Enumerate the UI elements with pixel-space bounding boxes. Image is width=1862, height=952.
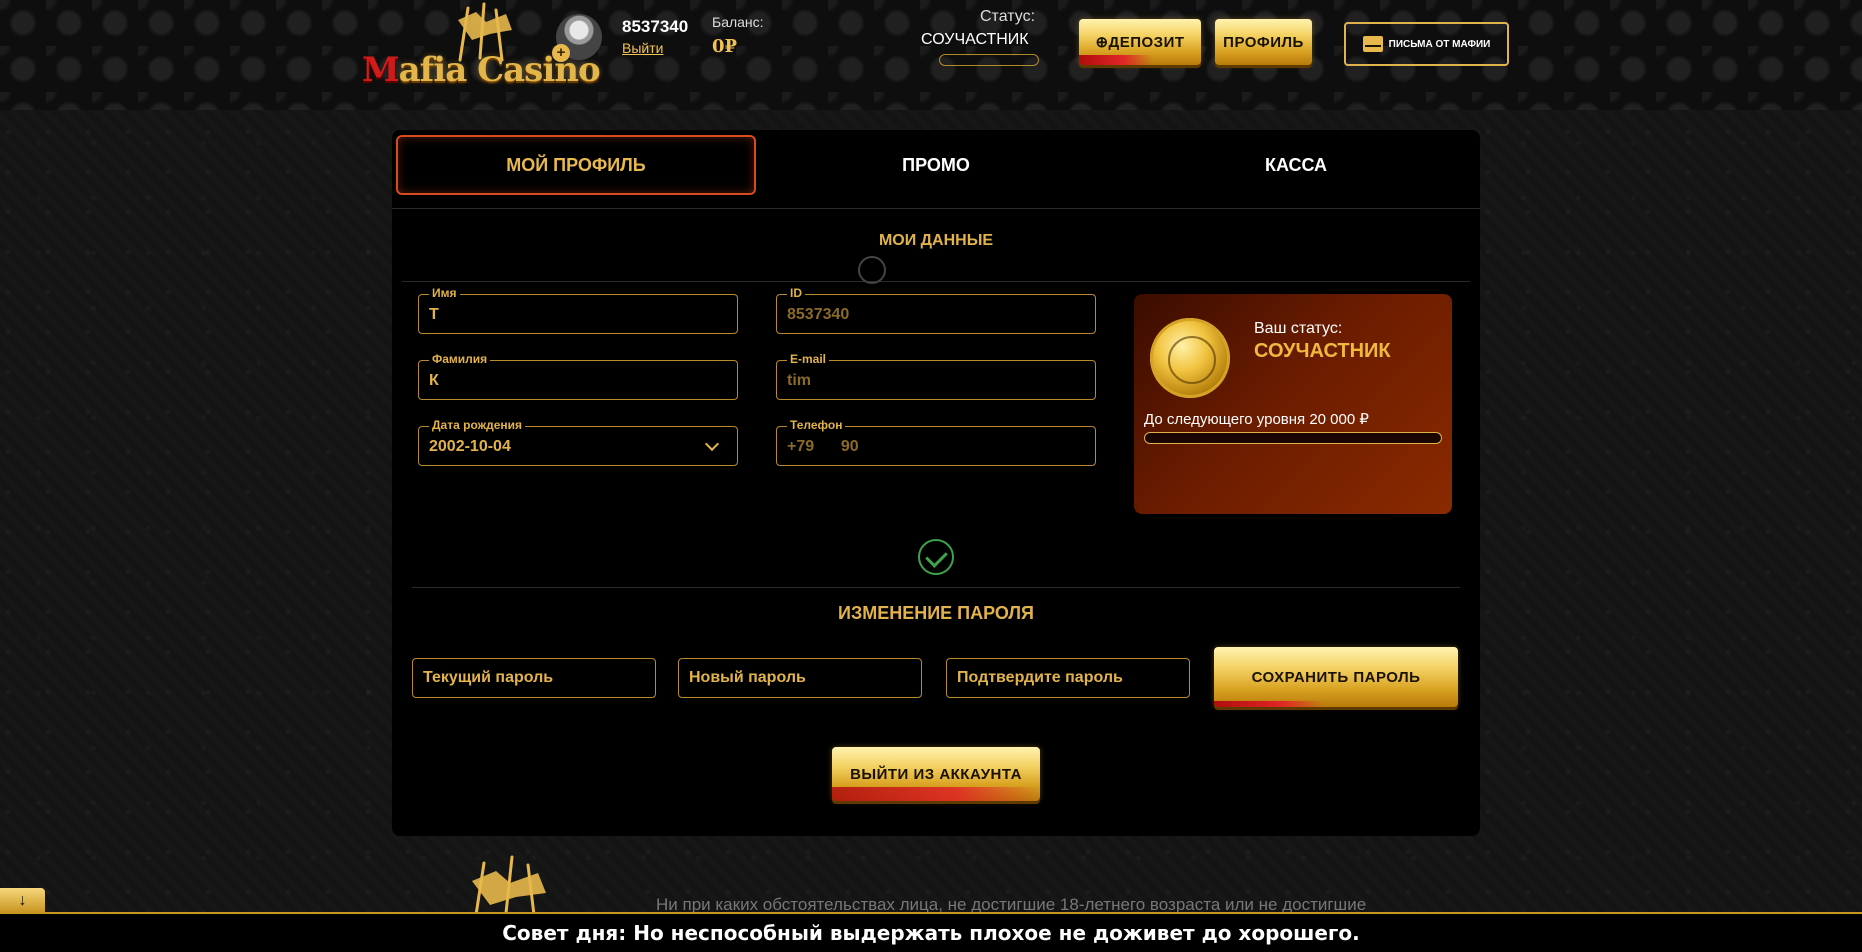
current-password-input[interactable]: [412, 658, 656, 698]
status-card: Ваш статус: СОУЧАСТНИК До следующего уро…: [1134, 294, 1452, 514]
profile-panel: МОЙ ПРОФИЛЬ ПРОМО КАССА МОИ ДАННЫЕ Имя Т…: [392, 130, 1480, 836]
my-data-title: МОИ ДАННЫЕ: [878, 232, 994, 249]
divider: [412, 587, 1460, 588]
field-value: 8537340: [787, 306, 850, 323]
blood-decoration: [1214, 701, 1324, 707]
add-avatar-icon[interactable]: +: [552, 44, 570, 62]
birth-date-select[interactable]: Дата рождения 2002-10-04: [418, 418, 738, 466]
logo[interactable]: Mafia Casino: [362, 0, 601, 98]
mafia-letters-button[interactable]: ПИСЬМА ОТ МАФИИ: [1344, 22, 1509, 66]
status-card-label: Ваш статус:: [1254, 320, 1343, 337]
deposit-icon: ⊕: [1095, 34, 1109, 51]
field-value: 2002-10-04: [429, 438, 511, 455]
divider: [392, 208, 1480, 209]
tab-my-profile[interactable]: МОЙ ПРОФИЛЬ: [396, 135, 756, 195]
header: [0, 0, 1862, 110]
scroll-down-button[interactable]: ↓: [0, 888, 45, 914]
password-change-title: ИЗМЕНЕНИЕ ПАРОЛЯ: [838, 603, 1034, 623]
chevron-down-icon[interactable]: [704, 436, 720, 452]
field-value: +79 90: [787, 438, 859, 455]
first-name-field[interactable]: Имя Т: [418, 286, 738, 334]
tip-of-day: Совет дня: Но неспособный выдержать плох…: [0, 912, 1862, 952]
field-label: E-mail: [787, 352, 830, 366]
status-progress-bar: [939, 54, 1039, 66]
logout-button[interactable]: ВЫЙТИ ИЗ АККАУНТА: [832, 747, 1040, 801]
id-field: ID 8537340: [776, 286, 1096, 334]
new-password-input[interactable]: [678, 658, 922, 698]
field-label: ID: [787, 286, 805, 300]
field-label: Телефон: [787, 418, 846, 432]
balance-label: Баланс:: [712, 14, 764, 30]
last-name-field[interactable]: Фамилия К: [418, 352, 738, 400]
status-card-value: СОУЧАСТНИК: [1254, 340, 1391, 362]
blood-decoration: [1079, 55, 1153, 65]
puppet-hand-icon: [472, 855, 546, 915]
tab-promo[interactable]: ПРОМО: [756, 135, 1116, 195]
blood-decoration: [832, 787, 1040, 801]
balance-value: 0₽: [712, 36, 738, 57]
field-label: Имя: [429, 286, 460, 300]
logout-button-label: ВЫЙТИ ИЗ АККАУНТА: [850, 765, 1022, 783]
save-password-button[interactable]: СОХРАНИТЬ ПАРОЛЬ: [1214, 647, 1458, 707]
loading-spinner: [858, 256, 886, 284]
confirm-password-input[interactable]: [946, 658, 1190, 698]
email-field: E-mail tim: [776, 352, 1096, 400]
tab-cash[interactable]: КАССА: [1116, 135, 1476, 195]
status-label: Статус:: [980, 8, 1036, 25]
next-level-progress: [1144, 432, 1442, 444]
next-level-text: До следующего уровня 20 000 ₽: [1144, 411, 1369, 428]
user-id: 8537340: [622, 17, 689, 36]
field-value: Т: [429, 306, 439, 323]
deposit-label: ДЕПОЗИТ: [1108, 34, 1185, 51]
deposit-button[interactable]: ⊕ДЕПОЗИТ: [1079, 19, 1201, 65]
field-value: tim: [787, 372, 811, 389]
logout-link[interactable]: Выйти: [622, 40, 663, 56]
field-label: Дата рождения: [429, 418, 526, 432]
phone-field: Телефон +79 90: [776, 418, 1096, 466]
status-coin-icon: [1150, 318, 1230, 398]
mafia-letters-label: ПИСЬМА ОТ МАФИИ: [1388, 38, 1491, 50]
profile-button[interactable]: ПРОФИЛЬ: [1215, 19, 1312, 65]
mail-icon: [1362, 36, 1383, 52]
field-value: К: [429, 372, 439, 389]
check-icon[interactable]: [918, 539, 954, 575]
save-password-label: СОХРАНИТЬ ПАРОЛЬ: [1251, 668, 1421, 686]
field-label: Фамилия: [429, 352, 491, 366]
status-value: СОУЧАСТНИК: [921, 31, 1029, 48]
divider: [402, 281, 1470, 282]
